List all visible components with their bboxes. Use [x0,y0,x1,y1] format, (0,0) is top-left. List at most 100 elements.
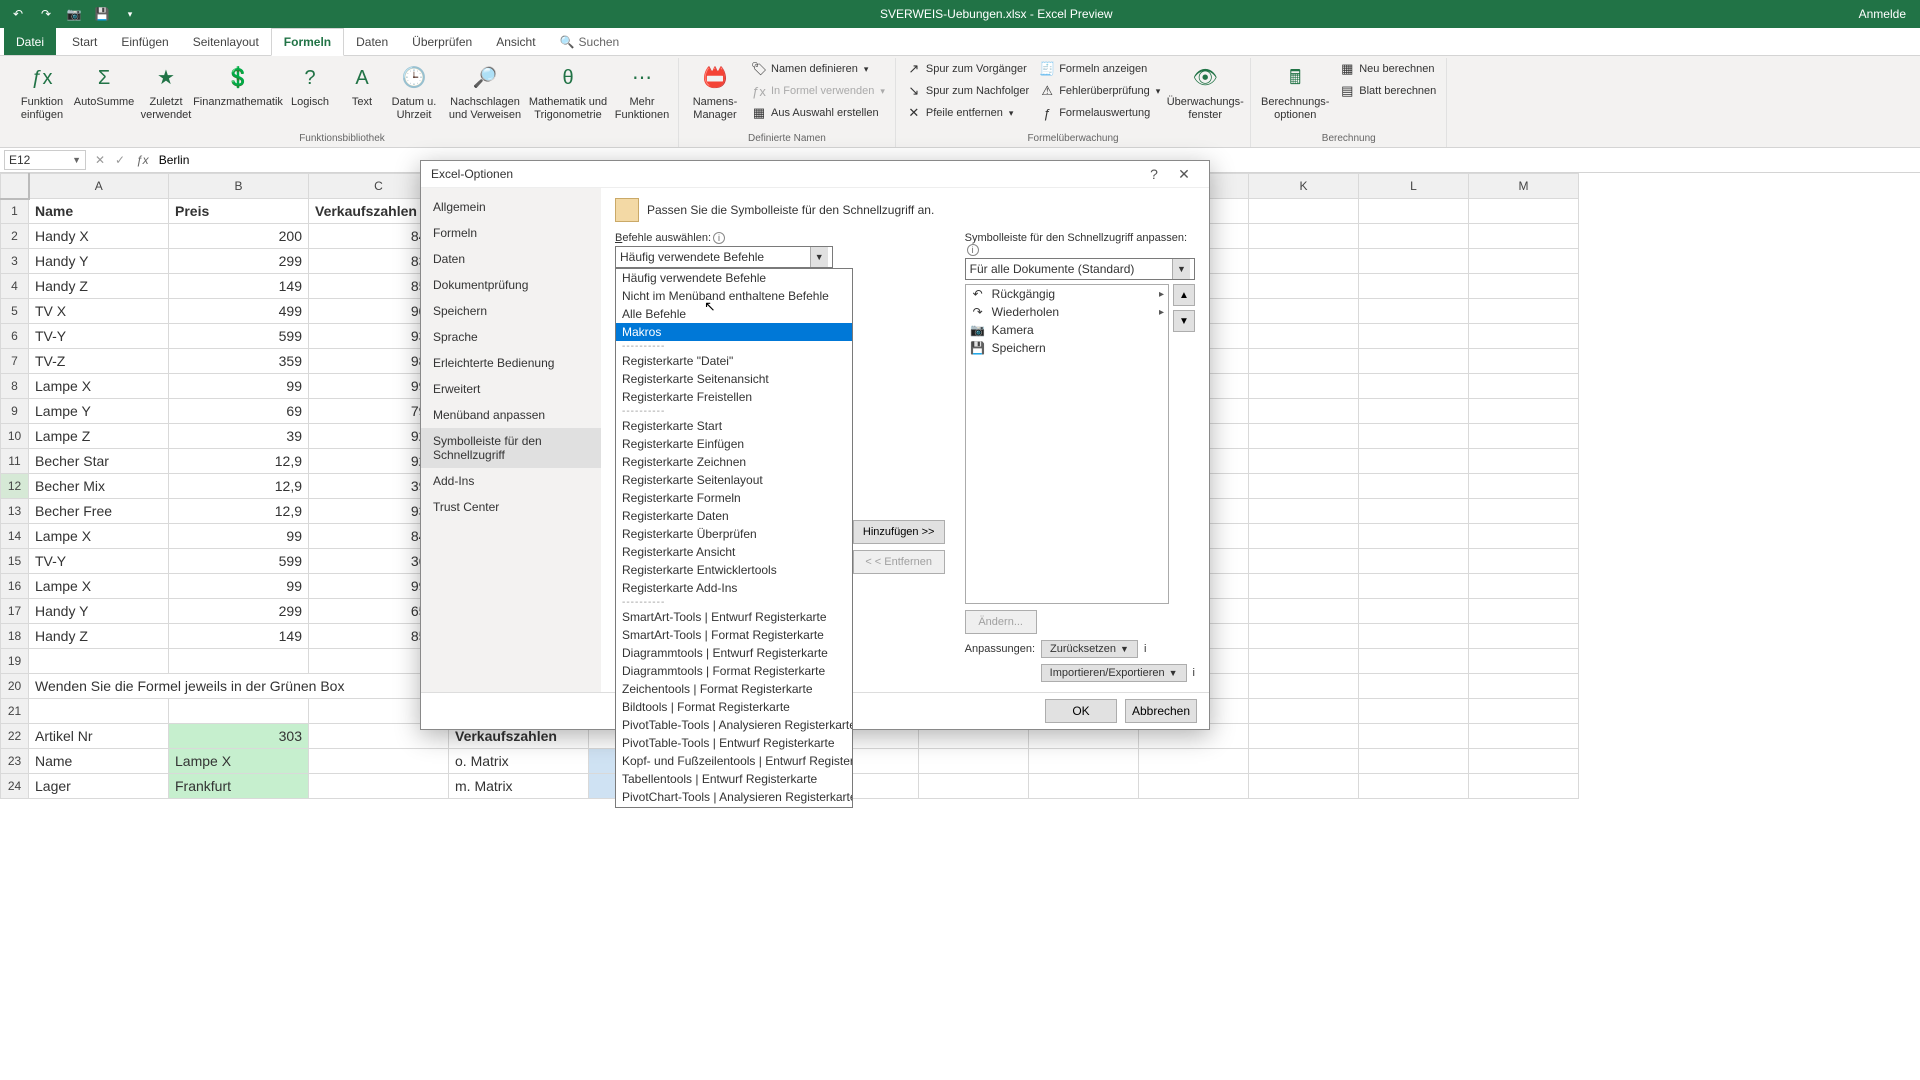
cell[interactable] [1359,649,1469,674]
cell[interactable]: 200 [169,224,309,249]
cell[interactable]: TV-Y [29,324,169,349]
remove-button[interactable]: < < Entfernen [853,550,945,574]
cell[interactable] [1359,624,1469,649]
row-header[interactable]: 18 [1,624,29,649]
insert-function-button[interactable]: ƒxFunktion einfügen [12,58,72,131]
cell[interactable] [1359,449,1469,474]
cell[interactable]: TV-Z [29,349,169,374]
cell[interactable] [1359,749,1469,774]
select-all-corner[interactable] [1,174,29,199]
row-header[interactable]: 15 [1,549,29,574]
cell[interactable] [1249,699,1359,724]
cell[interactable]: Becher Star [29,449,169,474]
cell[interactable] [1249,324,1359,349]
cell[interactable]: Artikel Nr [29,724,169,749]
qat-customize-icon[interactable]: ▾ [118,3,142,25]
name-box[interactable]: E12 ▼ [4,150,86,170]
cell[interactable]: 499 [169,299,309,324]
qat-current-list[interactable]: ↶Rückgängig▸↷Wiederholen▸📷Kamera💾Speiche… [965,284,1169,604]
chevron-down-icon[interactable]: ▼ [810,247,828,267]
cell[interactable] [1469,249,1579,274]
cell[interactable]: Name [29,199,169,224]
options-nav-item[interactable]: Add-Ins [421,468,601,494]
cell[interactable] [1249,649,1359,674]
cell[interactable] [1029,749,1139,774]
dropdown-item[interactable]: Häufig verwendete Befehle [616,269,852,287]
row-header[interactable]: 1 [1,199,29,224]
cell[interactable] [29,699,169,724]
info-icon[interactable]: i [1144,643,1146,655]
dropdown-item[interactable]: SmartArt-Tools | Entwurf Registerkarte [616,608,852,626]
dropdown-item[interactable]: Registerkarte Daten [616,507,852,525]
tab-data[interactable]: Daten [344,28,400,55]
cell[interactable] [1469,449,1579,474]
cell[interactable] [1249,599,1359,624]
cell[interactable]: 299 [169,249,309,274]
cell[interactable] [1249,449,1359,474]
cell[interactable] [1359,499,1469,524]
cell[interactable] [1249,749,1359,774]
cell[interactable] [169,699,309,724]
cell[interactable]: TV X [29,299,169,324]
col-header[interactable]: A [29,174,169,199]
options-nav-item[interactable]: Sprache [421,324,601,350]
options-nav-item[interactable]: Erleichterte Bedienung [421,350,601,376]
cell[interactable]: 99 [169,374,309,399]
cell[interactable]: Lampe Z [29,424,169,449]
use-in-formula-button[interactable]: ƒxIn Formel verwenden▾ [747,80,889,102]
cell[interactable] [1359,424,1469,449]
cell[interactable] [1359,524,1469,549]
tell-me-search[interactable]: 🔍 Suchen [560,28,620,55]
dropdown-item[interactable]: Registerkarte "Datei" [616,352,852,370]
choose-commands-combo[interactable]: Häufig verwendete Befehle ▼ Häufig verwe… [615,246,833,268]
trace-dependents-button[interactable]: ↘Spur zum Nachfolger [902,80,1033,102]
move-up-button[interactable]: ▲ [1173,284,1195,306]
cell[interactable] [1249,674,1359,699]
cell[interactable] [1359,199,1469,224]
dropdown-item[interactable]: Registerkarte Start [616,417,852,435]
cell[interactable] [1249,199,1359,224]
cell[interactable]: Lampe X [169,749,309,774]
cell[interactable] [1359,274,1469,299]
cell[interactable] [1359,324,1469,349]
dropdown-item[interactable]: PivotChart-Tools | Entwurf Registerkarte [616,806,852,808]
dropdown-item[interactable]: Registerkarte Seitenlayout [616,471,852,489]
cell[interactable] [919,749,1029,774]
cell[interactable] [1469,499,1579,524]
options-nav-item[interactable]: Daten [421,246,601,272]
dropdown-item[interactable]: Bildtools | Format Registerkarte [616,698,852,716]
row-header[interactable]: 20 [1,674,29,699]
cell[interactable] [1359,474,1469,499]
options-nav-item[interactable]: Allgemein [421,194,601,220]
cell[interactable] [1249,549,1359,574]
dropdown-item[interactable]: Registerkarte Einfügen [616,435,852,453]
modify-button[interactable]: Ändern... [965,610,1037,634]
cell[interactable] [1469,574,1579,599]
cell[interactable]: Wenden Sie die Formel jeweils in der Grü… [29,674,449,699]
dropdown-item[interactable]: SmartArt-Tools | Format Registerkarte [616,626,852,644]
cell[interactable] [1469,599,1579,624]
row-header[interactable]: 21 [1,699,29,724]
cell[interactable]: Lampe X [29,574,169,599]
col-header[interactable]: B [169,174,309,199]
cell[interactable] [1249,574,1359,599]
row-header[interactable]: 22 [1,724,29,749]
reset-button[interactable]: Zurücksetzen▼ [1041,640,1138,658]
cell[interactable]: Lampe X [29,374,169,399]
cell[interactable] [1359,249,1469,274]
row-header[interactable]: 8 [1,374,29,399]
cell[interactable]: o. Matrix [449,749,589,774]
cell[interactable]: Handy Z [29,624,169,649]
cell[interactable] [1249,399,1359,424]
calc-options-button[interactable]: 🖩Berechnungs-optionen [1257,58,1333,131]
dropdown-item[interactable]: Alle Befehle [616,305,852,323]
tab-formulas[interactable]: Formeln [271,28,344,56]
options-nav-item[interactable]: Speichern [421,298,601,324]
qat-scope-combo[interactable]: Für alle Dokumente (Standard) ▼ [965,258,1195,280]
options-nav-item[interactable]: Symbolleiste für den Schnellzugriff [421,428,601,468]
cell[interactable]: 599 [169,324,309,349]
more-fn-button[interactable]: ⋯Mehr Funktionen [612,58,672,131]
qat-list-item[interactable]: ↷Wiederholen▸ [966,303,1168,321]
cell[interactable] [1469,474,1579,499]
fx-button[interactable]: ƒx [130,153,155,167]
